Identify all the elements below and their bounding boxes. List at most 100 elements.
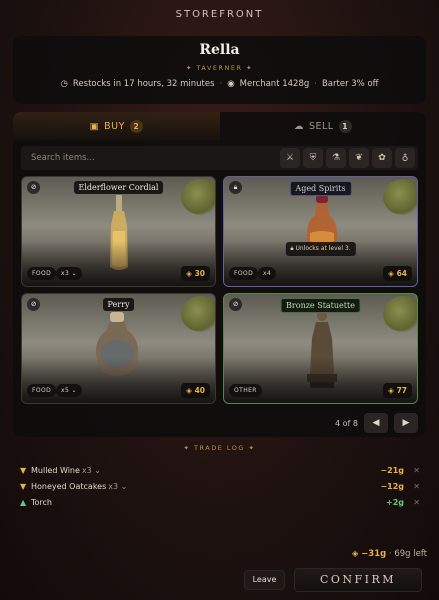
item-name: Aged Spirits	[289, 181, 352, 196]
trade-log-row: ▼ Honeyed Oatcakes x3 ⌄ −12g ✕	[20, 478, 420, 494]
leave-button[interactable]: Leave	[244, 570, 285, 590]
remove-icon[interactable]: ✕	[404, 482, 420, 491]
item-card[interactable]: ⊘ Bronze Statuette OTHER ◈ 77	[223, 293, 418, 404]
restock-text: Restocks in 17 hours, 32 minutes	[72, 79, 215, 89]
item-price-value: 77	[396, 386, 407, 395]
shop-panel: ▣ BUY 2 ☁ SELL 1 ⚔ ⛨ ⚗ ❦ ✿ ♁ ⊘ Elde	[13, 112, 426, 437]
search-row: ⚔ ⛨ ⚗ ❦ ✿ ♁	[21, 146, 418, 170]
confirm-button[interactable]: CONFIRM	[294, 568, 422, 592]
bag-filter-icon[interactable]: ♁	[395, 148, 415, 168]
remove-icon[interactable]: ✕	[404, 498, 420, 507]
next-page-button[interactable]: ▶	[394, 413, 418, 433]
pager-text: 4 of 8	[335, 418, 358, 428]
foliage-decor	[181, 296, 215, 332]
lock-icon: 🔒︎	[229, 181, 242, 194]
trade-log-heading-text: TRADE LOG	[194, 444, 245, 452]
action-bar: Leave CONFIRM	[0, 568, 439, 592]
remove-icon[interactable]: ✕	[404, 466, 420, 475]
log-item-name: Honeyed Oatcakes	[31, 481, 107, 491]
merchant-name: Rella	[199, 42, 240, 58]
potion-filter-icon[interactable]: ⚗	[326, 148, 346, 168]
item-price: ◈ 77	[383, 383, 412, 398]
item-qty: x4	[258, 267, 277, 280]
lock-note-text: Unlocks at level 3.	[295, 245, 351, 252]
item-category: OTHER	[229, 384, 262, 397]
item-category: FOOD	[229, 267, 259, 280]
chest-icon: ▣	[89, 120, 100, 132]
role-label: TAVERNER	[196, 64, 243, 72]
item-price-value: 64	[396, 269, 407, 278]
foliage-decor	[181, 179, 215, 215]
item-grid: ⊘ Elderflower Cordial FOOD x3 ⌄ ◈ 30 🔒︎ …	[21, 176, 418, 404]
trade-log-heading: ✦ TRADE LOG ✦	[0, 444, 439, 452]
log-item-qty-dropdown[interactable]: x3 ⌄	[108, 482, 127, 491]
log-item-name: Torch	[31, 497, 53, 507]
item-qty: x5	[61, 387, 70, 394]
tab-buy[interactable]: ▣ BUY 2	[13, 112, 220, 140]
item-name: Elderflower Cordial	[73, 181, 164, 194]
trade-log-row: ▼ Mulled Wine x3 ⌄ −21g ✕	[20, 462, 420, 478]
item-name: Perry	[102, 298, 135, 311]
log-item-qty: x3	[108, 481, 119, 491]
tab-sell-count: 1	[338, 119, 352, 133]
right-arrow-icon: ▶	[402, 418, 410, 428]
merchant-role: ✦ TAVERNER ✦	[13, 64, 426, 72]
shop-tabs: ▣ BUY 2 ☁ SELL 1	[13, 112, 426, 140]
log-item-name: Mulled Wine	[31, 465, 80, 475]
armor-filter-icon[interactable]: ⛨	[303, 148, 323, 168]
compare-icon[interactable]: ⊘	[229, 298, 242, 311]
item-card[interactable]: ⊘ Elderflower Cordial FOOD x3 ⌄ ◈ 30	[21, 176, 216, 287]
food-filter-icon[interactable]: ❦	[349, 148, 369, 168]
role-ornament-left: ✦	[185, 64, 197, 72]
storefront-title: STOREFRONT	[175, 9, 264, 20]
item-category: FOOD	[27, 384, 57, 397]
item-qty-dropdown[interactable]: x5 ⌄	[56, 384, 82, 397]
trade-log-row: ▲ Torch +2g ✕	[20, 494, 420, 510]
clock-icon: ◷	[60, 79, 68, 89]
item-card[interactable]: 🔒︎ Aged Spirits 🔒︎ Unlocks at level 3. F…	[223, 176, 418, 287]
log-item-amount: +2g	[386, 497, 404, 507]
item-price-value: 30	[194, 269, 205, 278]
tab-buy-count: 2	[129, 119, 143, 133]
stat-separator: ·	[219, 79, 223, 89]
compare-icon[interactable]: ⊘	[27, 181, 40, 194]
lock-note: 🔒︎ Unlocks at level 3.	[285, 242, 356, 256]
pager: 4 of 8 ◀ ▶	[335, 413, 418, 433]
log-item-amount: −21g	[380, 465, 404, 475]
weapon-filter-icon[interactable]: ⚔	[280, 148, 300, 168]
foliage-decor	[383, 296, 417, 332]
heading-ornament-left: ✦	[183, 444, 195, 452]
role-ornament-right: ✦	[242, 64, 254, 72]
heading-ornament-right: ✦	[244, 444, 256, 452]
tab-sell-label: SELL	[308, 120, 334, 132]
stat-separator: ·	[314, 79, 317, 89]
prev-page-button[interactable]: ◀	[364, 413, 388, 433]
sell-arrow-icon: ▲	[20, 497, 27, 507]
item-qty-dropdown[interactable]: x3 ⌄	[56, 267, 82, 280]
trade-total: −31g	[361, 549, 387, 559]
log-item-amount: −12g	[380, 481, 404, 491]
item-name: Bronze Statuette	[280, 298, 361, 313]
trade-log: ▼ Mulled Wine x3 ⌄ −21g ✕ ▼ Honeyed Oatc…	[20, 462, 420, 510]
item-card[interactable]: ⊘ Perry FOOD x5 ⌄ ◈ 40	[21, 293, 216, 404]
cloud-icon: ☁	[293, 120, 304, 132]
item-price: ◈ 30	[181, 266, 210, 281]
search-input[interactable]	[21, 153, 280, 163]
item-qty: x3	[61, 270, 70, 277]
compare-icon[interactable]: ⊘	[27, 298, 40, 311]
coin-icon: ◈	[351, 549, 359, 559]
left-arrow-icon: ◀	[372, 418, 380, 428]
tab-buy-label: BUY	[104, 120, 125, 132]
log-item-qty: x3	[81, 465, 92, 475]
merchant-gold: Merchant 1428g	[239, 79, 310, 89]
item-price: ◈ 40	[181, 383, 210, 398]
merchant-panel: Rella ✦ TAVERNER ✦ ◷ Restocks in 17 hour…	[13, 36, 426, 104]
item-category: FOOD	[27, 267, 57, 280]
misc-filter-icon[interactable]: ✿	[372, 148, 392, 168]
barter-text: Barter 3% off	[321, 79, 379, 89]
log-item-qty-dropdown[interactable]: x3 ⌄	[82, 466, 101, 475]
tab-sell[interactable]: ☁ SELL 1	[220, 112, 427, 140]
item-price-value: 40	[194, 386, 205, 395]
merchant-stats: ◷ Restocks in 17 hours, 32 minutes · ◉ M…	[13, 79, 426, 89]
trade-summary: ◈ −31g · 69g left	[352, 549, 427, 559]
